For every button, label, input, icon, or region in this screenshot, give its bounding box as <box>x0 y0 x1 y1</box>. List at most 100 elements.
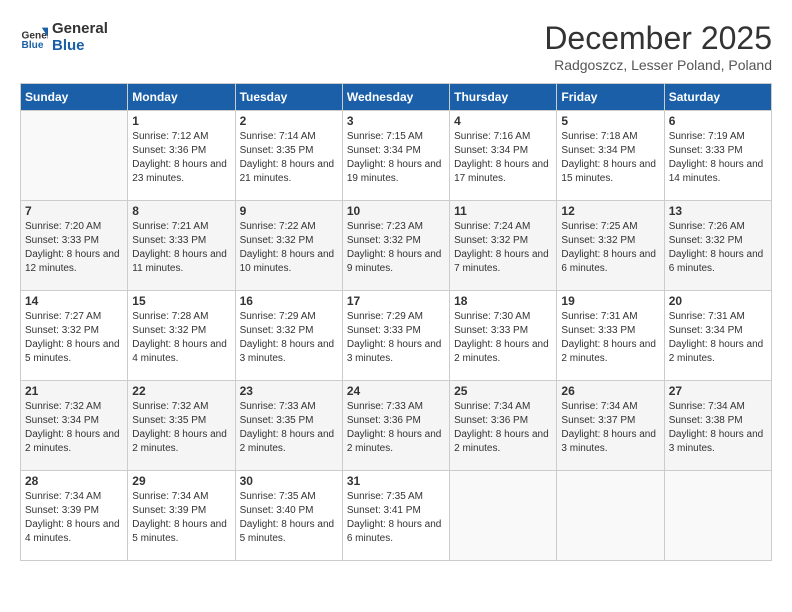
daylight-text: Daylight: 8 hours and 2 minutes. <box>561 339 656 364</box>
day-number: 5 <box>561 114 659 128</box>
day-number: 30 <box>240 474 338 488</box>
daylight-text: Daylight: 8 hours and 6 minutes. <box>561 249 656 274</box>
daylight-text: Daylight: 8 hours and 2 minutes. <box>25 429 120 454</box>
weekday-header-wednesday: Wednesday <box>342 84 449 111</box>
day-number: 13 <box>669 204 767 218</box>
sunset-text: Sunset: 3:34 PM <box>454 145 528 156</box>
calendar-cell: 18Sunrise: 7:30 AMSunset: 3:33 PMDayligh… <box>450 291 557 381</box>
daylight-text: Daylight: 8 hours and 3 minutes. <box>347 339 442 364</box>
sunset-text: Sunset: 3:37 PM <box>561 415 635 426</box>
calendar-row-2: 7Sunrise: 7:20 AMSunset: 3:33 PMDaylight… <box>21 201 772 291</box>
day-info: Sunrise: 7:31 AMSunset: 3:33 PMDaylight:… <box>561 310 659 366</box>
day-info: Sunrise: 7:32 AMSunset: 3:34 PMDaylight:… <box>25 400 123 456</box>
day-number: 27 <box>669 384 767 398</box>
day-info: Sunrise: 7:34 AMSunset: 3:36 PMDaylight:… <box>454 400 552 456</box>
title-block: December 2025 Radgoszcz, Lesser Poland, … <box>544 20 772 73</box>
daylight-text: Daylight: 8 hours and 3 minutes. <box>669 429 764 454</box>
sunset-text: Sunset: 3:39 PM <box>132 505 206 516</box>
day-number: 14 <box>25 294 123 308</box>
sunrise-text: Sunrise: 7:30 AM <box>454 311 530 322</box>
calendar-cell: 17 Sunrise: 7:29 AM Sunset: 3:33 PM Dayligh… <box>342 291 449 381</box>
sunset-text: Sunset: 3:34 PM <box>347 145 421 156</box>
daylight-text: Daylight: 8 hours and 14 minutes. <box>669 159 764 184</box>
weekday-header-friday: Friday <box>557 84 664 111</box>
daylight-text: Daylight: 8 hours and 5 minutes. <box>240 519 335 544</box>
sunrise-text: Sunrise: 7:25 AM <box>561 221 637 232</box>
sunrise-text: Sunrise: 7:20 AM <box>25 221 101 232</box>
sunset-text: Sunset: 3:40 PM <box>240 505 314 516</box>
day-info: Sunrise: 7:34 AMSunset: 3:39 PMDaylight:… <box>132 490 230 546</box>
day-info: Sunrise: 7:33 AMSunset: 3:36 PMDaylight:… <box>347 400 445 456</box>
calendar-cell: 4Sunrise: 7:16 AMSunset: 3:34 PMDaylight… <box>450 111 557 201</box>
sunset-text: Sunset: 3:33 PM <box>561 325 635 336</box>
sunrise-text: Sunrise: 7:15 AM <box>347 131 423 142</box>
sunset-text: Sunset: 3:32 PM <box>132 325 206 336</box>
day-info: Sunrise: 7:26 AMSunset: 3:32 PMDaylight:… <box>669 220 767 276</box>
sunrise-text: Sunrise: 7:12 AM <box>132 131 208 142</box>
location: Radgoszcz, Lesser Poland, Poland <box>544 57 772 73</box>
sunset-text: Sunset: 3:33 PM <box>454 325 528 336</box>
daylight-text: Daylight: 8 hours and 7 minutes. <box>454 249 549 274</box>
calendar-cell: 25Sunrise: 7:34 AMSunset: 3:36 PMDayligh… <box>450 381 557 471</box>
day-number: 22 <box>132 384 230 398</box>
daylight-text: Daylight: 8 hours and 6 minutes. <box>669 249 764 274</box>
calendar-cell: 28Sunrise: 7:34 AMSunset: 3:39 PMDayligh… <box>21 471 128 561</box>
sunrise-text: Sunrise: 7:29 AM <box>347 311 423 322</box>
sunrise-text: Sunrise: 7:32 AM <box>25 401 101 412</box>
daylight-text: Daylight: 8 hours and 11 minutes. <box>132 249 227 274</box>
calendar-row-4: 21Sunrise: 7:32 AMSunset: 3:34 PMDayligh… <box>21 381 772 471</box>
daylight-text: Daylight: 8 hours and 5 minutes. <box>25 339 120 364</box>
day-info: Sunrise: 7:31 AMSunset: 3:34 PMDaylight:… <box>669 310 767 366</box>
sunrise-text: Sunrise: 7:28 AM <box>132 311 208 322</box>
weekday-header-saturday: Saturday <box>664 84 771 111</box>
daylight-text: Daylight: 8 hours and 10 minutes. <box>240 249 335 274</box>
calendar-cell: 11Sunrise: 7:24 AMSunset: 3:32 PMDayligh… <box>450 201 557 291</box>
day-info: Sunrise: 7:32 AMSunset: 3:35 PMDaylight:… <box>132 400 230 456</box>
sunrise-text: Sunrise: 7:34 AM <box>561 401 637 412</box>
sunrise-text: Sunrise: 7:18 AM <box>561 131 637 142</box>
day-info: Sunrise: 7:14 AMSunset: 3:35 PMDaylight:… <box>240 130 338 186</box>
sunrise-text: Sunrise: 7:31 AM <box>669 311 745 322</box>
day-number: 16 <box>240 294 338 308</box>
day-number: 15 <box>132 294 230 308</box>
sunset-text: Sunset: 3:36 PM <box>132 145 206 156</box>
sunset-text: Sunset: 3:36 PM <box>347 415 421 426</box>
daylight-text: Daylight: 8 hours and 15 minutes. <box>561 159 656 184</box>
sunset-text: Sunset: 3:34 PM <box>561 145 635 156</box>
daylight-text: Daylight: 8 hours and 2 minutes. <box>132 429 227 454</box>
sunset-text: Sunset: 3:33 PM <box>347 325 421 336</box>
daylight-text: Daylight: 8 hours and 4 minutes. <box>132 339 227 364</box>
weekday-header-sunday: Sunday <box>21 84 128 111</box>
weekday-header-monday: Monday <box>128 84 235 111</box>
day-info: Sunrise: 7:34 AMSunset: 3:38 PMDaylight:… <box>669 400 767 456</box>
sunset-text: Sunset: 3:33 PM <box>25 235 99 246</box>
logo: General Blue General Blue <box>20 20 108 54</box>
calendar-cell: 24Sunrise: 7:33 AMSunset: 3:36 PMDayligh… <box>342 381 449 471</box>
day-number: 28 <box>25 474 123 488</box>
day-number: 8 <box>132 204 230 218</box>
calendar-cell: 31Sunrise: 7:35 AMSunset: 3:41 PMDayligh… <box>342 471 449 561</box>
day-info: Sunrise: 7:19 AMSunset: 3:33 PMDaylight:… <box>669 130 767 186</box>
day-number: 26 <box>561 384 659 398</box>
daylight-text: Daylight: 8 hours and 19 minutes. <box>347 159 442 184</box>
sunset-text: Sunset: 3:32 PM <box>561 235 635 246</box>
day-info: Sunrise: 7:20 AMSunset: 3:33 PMDaylight:… <box>25 220 123 276</box>
day-number: 1 <box>132 114 230 128</box>
day-number: 12 <box>561 204 659 218</box>
month-title: December 2025 <box>544 20 772 57</box>
sunset-text: Sunset: 3:35 PM <box>132 415 206 426</box>
day-info: Sunrise: 7:18 AM Sunset: 3:34 PM Daylight:… <box>561 130 659 186</box>
sunset-text: Sunset: 3:39 PM <box>25 505 99 516</box>
day-number: 17 <box>347 294 445 308</box>
day-number: 9 <box>240 204 338 218</box>
sunset-text: Sunset: 3:32 PM <box>454 235 528 246</box>
calendar-cell: 30Sunrise: 7:35 AMSunset: 3:40 PMDayligh… <box>235 471 342 561</box>
sunset-text: Sunset: 3:34 PM <box>669 325 743 336</box>
daylight-text: Daylight: 8 hours and 2 minutes. <box>454 429 549 454</box>
day-info: Sunrise: 7:15 AM Sunset: 3:34 PM Daylight:… <box>347 130 445 186</box>
day-number: 20 <box>669 294 767 308</box>
day-info: Sunrise: 7:30 AMSunset: 3:33 PMDaylight:… <box>454 310 552 366</box>
calendar-cell: 15 Sunrise: 7:28 AM Sunset: 3:32 PM Dayligh… <box>128 291 235 381</box>
daylight-text: Daylight: 8 hours and 2 minutes. <box>347 429 442 454</box>
weekday-header-thursday: Thursday <box>450 84 557 111</box>
